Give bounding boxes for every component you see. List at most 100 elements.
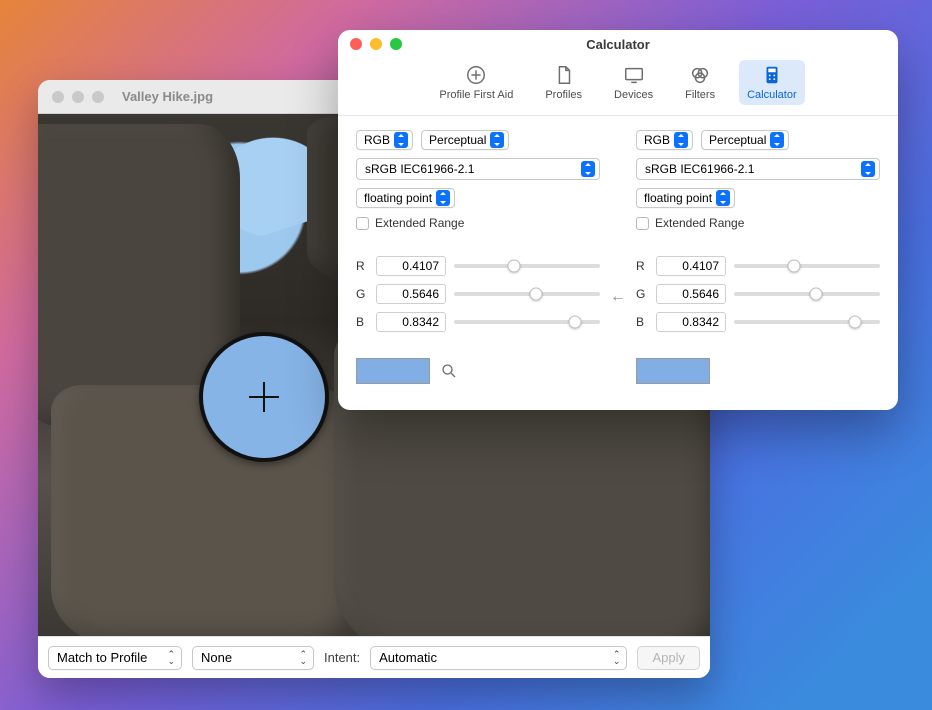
minimize-dot[interactable] [72,91,84,103]
profile-select-value: None [201,650,232,665]
channel-value-input[interactable]: 0.8342 [656,312,726,332]
select-value: RGB [364,133,390,147]
channel-label: G [356,287,368,301]
channel-slider[interactable] [454,284,600,304]
select-value: Perceptual [429,133,486,147]
dest-color-swatch [636,358,710,384]
zoom-dot[interactable] [390,38,402,50]
close-dot[interactable] [350,38,362,50]
image-window-title: Valley Hike.jpg [122,89,213,104]
tab-label: Devices [614,89,653,101]
stepper-icon [490,132,504,148]
extended-range-label: Extended Range [655,216,744,230]
channel-slider[interactable] [734,312,880,332]
calculator-title: Calculator [338,37,898,52]
document-icon [553,64,575,86]
conversion-direction-arrow[interactable]: ← [610,288,626,306]
tab-label: Calculator [747,89,797,101]
eyedropper-magnifier-button[interactable] [440,362,458,380]
dest-intent-select[interactable]: Perceptual [701,130,789,150]
channel-value-input[interactable]: 0.4107 [376,256,446,276]
tab-devices[interactable]: Devices [606,60,661,105]
minimize-dot[interactable] [370,38,382,50]
channel-value-input[interactable]: 0.8342 [376,312,446,332]
tab-filters[interactable]: Filters [677,60,723,105]
action-select-value: Match to Profile [57,650,147,665]
stepper-icon [436,190,450,206]
stepper-icon [861,161,875,177]
dest-channel-r: R 0.4107 [636,256,880,276]
zoom-dot[interactable] [92,91,104,103]
dest-channel-g: G 0.5646 [636,284,880,304]
calculator-body: RGB Perceptual sRGB IEC61966-2.1 floatin… [338,116,898,410]
select-value: sRGB IEC61966-2.1 [365,162,474,176]
stepper-icon [581,161,595,177]
select-value: sRGB IEC61966-2.1 [645,162,754,176]
source-channel-g: G 0.5646 [356,284,600,304]
color-loupe[interactable] [199,332,329,462]
apply-button[interactable]: Apply [637,646,700,670]
source-profile-select[interactable]: sRGB IEC61966-2.1 [356,158,600,180]
source-color-swatch [356,358,430,384]
channel-slider[interactable] [454,256,600,276]
calculator-traffic-lights [350,38,402,50]
stepper-icon [674,132,688,148]
channel-value-input[interactable]: 0.4107 [656,256,726,276]
intent-select-value: Automatic [379,650,437,665]
chevron-updown-icon: ⌃⌄ [167,651,175,665]
stepper-icon [770,132,784,148]
dest-mode-select[interactable]: RGB [636,130,693,150]
tab-label: Profiles [545,89,582,101]
select-value: floating point [644,191,712,205]
dest-extended-range-checkbox[interactable] [636,217,649,230]
image-window-traffic-lights [52,91,104,103]
tab-profiles[interactable]: Profiles [537,60,590,105]
select-value: floating point [364,191,432,205]
calculator-titlebar[interactable]: Calculator [338,30,898,58]
close-dot[interactable] [52,91,64,103]
channel-slider[interactable] [734,284,880,304]
channel-value-input[interactable]: 0.5646 [656,284,726,304]
source-mode-select[interactable]: RGB [356,130,413,150]
tab-profile-first-aid[interactable]: Profile First Aid [431,60,521,105]
dest-channel-b: B 0.8342 [636,312,880,332]
calculator-icon [761,64,783,86]
select-value: Perceptual [709,133,766,147]
channel-value-input[interactable]: 0.5646 [376,284,446,304]
display-icon [623,64,645,86]
source-channel-r: R 0.4107 [356,256,600,276]
select-value: RGB [644,133,670,147]
tab-label: Profile First Aid [439,89,513,101]
channel-slider[interactable] [734,256,880,276]
dest-profile-select[interactable]: sRGB IEC61966-2.1 [636,158,880,180]
source-panel: RGB Perceptual sRGB IEC61966-2.1 floatin… [356,130,600,394]
stepper-icon [716,190,730,206]
calculator-window: Calculator Profile First Aid Profiles De… [338,30,898,410]
channel-label: R [636,259,648,273]
action-select[interactable]: Match to Profile ⌃⌄ [48,646,182,670]
filters-icon [689,64,711,86]
channel-label: G [636,287,648,301]
source-format-select[interactable]: floating point [356,188,455,208]
dest-panel: RGB Perceptual sRGB IEC61966-2.1 floatin… [636,130,880,394]
chevron-updown-icon: ⌃⌄ [299,651,307,665]
stepper-icon [394,132,408,148]
channel-label: B [636,315,648,329]
image-window-toolbar: Match to Profile ⌃⌄ None ⌃⌄ Intent: Auto… [38,636,710,678]
dest-format-select[interactable]: floating point [636,188,735,208]
first-aid-icon [465,64,487,86]
tab-calculator[interactable]: Calculator [739,60,805,105]
channel-slider[interactable] [454,312,600,332]
extended-range-label: Extended Range [375,216,464,230]
source-intent-select[interactable]: Perceptual [421,130,509,150]
channel-label: B [356,315,368,329]
tab-label: Filters [685,89,715,101]
chevron-updown-icon: ⌃⌄ [613,651,621,665]
calculator-toolbar: Profile First Aid Profiles Devices Filte… [338,58,898,116]
intent-select[interactable]: Automatic ⌃⌄ [370,646,627,670]
source-extended-range-checkbox[interactable] [356,217,369,230]
profile-select[interactable]: None ⌃⌄ [192,646,314,670]
channel-label: R [356,259,368,273]
source-channel-b: B 0.8342 [356,312,600,332]
intent-label: Intent: [324,650,360,665]
